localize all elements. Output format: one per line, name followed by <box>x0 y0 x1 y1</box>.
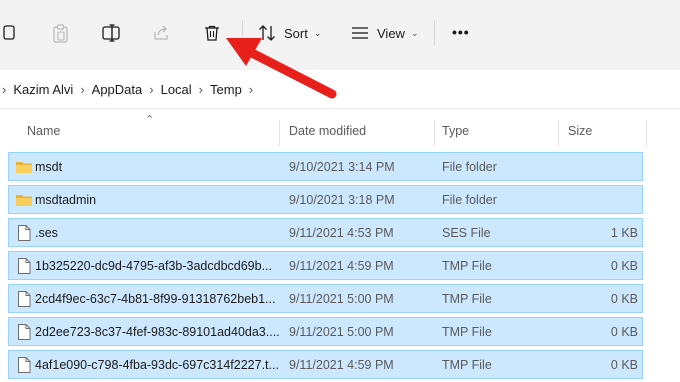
file-type: TMP File <box>442 325 492 339</box>
folder-icon <box>16 162 32 173</box>
column-header-row: Name Date modified Type Size <box>0 110 680 152</box>
view-label: View <box>377 25 405 41</box>
column-divider[interactable] <box>558 120 559 146</box>
toolbar-divider <box>434 20 435 46</box>
copy-button[interactable] <box>2 24 18 42</box>
file-size: 0 KB <box>610 259 638 273</box>
chevron-right-icon: › <box>2 81 7 97</box>
sort-ascending-icon: ⌃ <box>145 114 155 126</box>
column-header-date[interactable]: Date modified <box>289 124 366 138</box>
file-name: msdt <box>35 160 63 174</box>
file-name: .ses <box>35 226 58 240</box>
delete-button[interactable] <box>203 24 221 42</box>
chevron-right-icon: › <box>149 81 154 97</box>
delete-icon <box>205 25 219 41</box>
view-icon <box>352 27 368 39</box>
paste-button[interactable] <box>52 24 70 44</box>
file-row[interactable]: 2cd4f9ec-63c7-4b81-8f99-91318762beb1... … <box>8 284 643 313</box>
more-icon: ••• <box>452 24 470 40</box>
file-type: File folder <box>442 160 497 174</box>
chevron-right-icon: › <box>248 81 254 97</box>
file-type: SES File <box>442 226 491 240</box>
column-header-type[interactable]: Type <box>442 124 469 138</box>
column-divider[interactable] <box>434 120 435 146</box>
file-name: msdtadmin <box>35 193 97 207</box>
sort-button[interactable]: Sort ⌄ <box>258 24 321 42</box>
column-divider[interactable] <box>646 120 647 146</box>
file-date: 9/11/2021 4:59 PM <box>289 259 394 273</box>
file-row[interactable]: 4af1e090-c798-4fba-93dc-697c314f2227.t..… <box>8 350 643 379</box>
column-header-size[interactable]: Size <box>568 124 592 138</box>
file-name: 2d2ee723-8c37-4fef-983c-89101ad40da3.... <box>35 325 280 339</box>
chevron-down-icon: ⌄ <box>313 27 322 38</box>
file-icon <box>18 258 31 274</box>
paste-icon <box>53 24 68 43</box>
share-icon <box>154 25 168 40</box>
file-name: 4af1e090-c798-4fba-93dc-697c314f2227.t..… <box>35 358 279 372</box>
file-row[interactable]: msdtadmin 9/10/2021 3:18 PM File folder <box>8 185 643 214</box>
chevron-right-icon: › <box>198 81 204 97</box>
file-icon <box>18 291 31 307</box>
file-icon <box>18 324 31 340</box>
share-button[interactable] <box>152 24 170 42</box>
file-date: 9/11/2021 4:53 PM <box>289 226 394 240</box>
breadcrumb-item[interactable]: Kazim Alvi <box>13 82 73 97</box>
file-row[interactable]: 2d2ee723-8c37-4fef-983c-89101ad40da3....… <box>8 317 643 346</box>
file-type: File folder <box>442 193 497 207</box>
file-icon <box>18 225 31 241</box>
column-header-name[interactable]: Name <box>27 124 60 138</box>
chevron-right-icon: › <box>80 81 85 97</box>
file-type: TMP File <box>442 292 492 306</box>
breadcrumb-item[interactable]: Temp <box>210 82 242 97</box>
file-size: 0 KB <box>610 358 638 372</box>
file-icon <box>18 357 31 373</box>
file-type: TMP File <box>442 259 492 273</box>
file-size: 1 KB <box>610 226 638 240</box>
copy-icon <box>3 25 15 40</box>
address-bar[interactable]: › Kazim Alvi › AppData › Local › Temp › <box>0 70 680 109</box>
file-date: 9/11/2021 5:00 PM <box>289 325 394 339</box>
chevron-down-icon: ⌄ <box>410 27 419 38</box>
more-options-button[interactable]: ••• <box>452 24 470 40</box>
file-date: 9/10/2021 3:14 PM <box>289 160 395 174</box>
folder-icon <box>16 195 32 206</box>
file-row[interactable]: msdt 9/10/2021 3:14 PM File folder <box>8 152 643 181</box>
file-date: 9/11/2021 5:00 PM <box>289 292 394 306</box>
file-date: 9/11/2021 4:59 PM <box>289 358 394 372</box>
rename-icon <box>102 24 120 42</box>
file-size: 0 KB <box>610 325 638 339</box>
breadcrumb-item[interactable]: Local <box>161 82 192 97</box>
view-button[interactable]: View ⌄ <box>351 24 419 42</box>
file-row[interactable]: 1b325220-dc9d-4795-af3b-3adcdbcd69b... 9… <box>8 251 643 280</box>
file-name: 1b325220-dc9d-4795-af3b-3adcdbcd69b... <box>35 259 272 273</box>
file-type: TMP File <box>442 358 492 372</box>
file-date: 9/10/2021 3:18 PM <box>289 193 395 207</box>
command-bar: Sort ⌄ View ⌄ ••• <box>0 0 680 71</box>
breadcrumb-item[interactable]: AppData <box>92 82 143 97</box>
file-row[interactable]: .ses 9/11/2021 4:53 PM SES File 1 KB <box>8 218 643 247</box>
sort-label: Sort <box>284 25 308 41</box>
file-size: 0 KB <box>610 292 638 306</box>
file-name: 2cd4f9ec-63c7-4b81-8f99-91318762beb1... <box>35 292 276 306</box>
toolbar-divider <box>242 20 243 46</box>
sort-icon <box>259 25 275 41</box>
column-divider[interactable] <box>279 120 280 146</box>
rename-button[interactable] <box>102 24 122 42</box>
